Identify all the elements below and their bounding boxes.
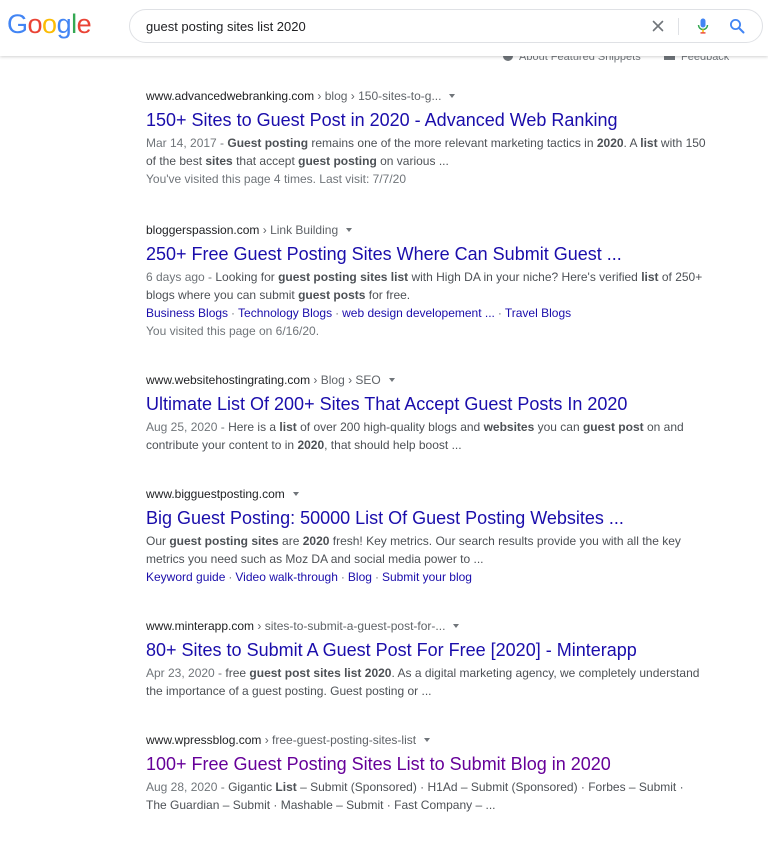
result-url[interactable]: www.websitehostingrating.com › Blog › SE… (146, 372, 706, 388)
result-domain: www.advancedwebranking.com (146, 89, 315, 103)
sitelink[interactable]: Blog (348, 570, 372, 584)
microphone-icon (697, 18, 709, 34)
result-breadcrumb: › sites-to-submit-a-guest-post-for-... (254, 619, 446, 633)
visit-history-note: You visited this page on 6/16/20. (146, 324, 320, 338)
sitelink[interactable]: Keyword guide (146, 570, 225, 584)
sitelink-separator: · (231, 306, 236, 320)
result-date: Aug 28, 2020 - (146, 780, 229, 794)
logo-letter: g (56, 9, 72, 39)
search-header: Google (0, 0, 768, 56)
result-breadcrumb: › Link Building (259, 223, 339, 237)
result-snippet-text: Guest posting remains one of the more re… (146, 136, 706, 168)
result-date: Mar 14, 2017 - (146, 136, 228, 150)
caret-down-icon[interactable] (453, 624, 460, 628)
close-icon (652, 20, 664, 32)
sitelink[interactable]: Business Blogs (146, 306, 228, 320)
result-domain: www.wpressblog.com (146, 733, 262, 747)
logo-letter: G (7, 9, 28, 39)
search-result: www.advancedwebranking.com › blog › 150-… (146, 88, 706, 188)
result-title-link[interactable]: 100+ Free Guest Posting Sites List to Su… (146, 753, 706, 775)
search-results: www.advancedwebranking.com › blog › 150-… (146, 88, 706, 814)
result-domain: www.websitehostingrating.com (146, 373, 311, 387)
result-date: 6 days ago - (146, 270, 216, 284)
result-url[interactable]: www.minterapp.com › sites-to-submit-a-gu… (146, 618, 706, 634)
search-result: bloggerspassion.com › Link Building 250+ … (146, 222, 706, 340)
sitelink[interactable]: Travel Blogs (505, 306, 571, 320)
featured-snippet-links: About Featured Snippets Feedback (0, 55, 768, 69)
feedback-link[interactable]: Feedback (664, 55, 729, 63)
result-sitelinks: Business Blogs · Technology Blogs · web desi… (146, 304, 706, 322)
voice-search-button[interactable] (692, 15, 714, 37)
result-snippet: Apr 23, 2020 - free guest post sites lis… (146, 664, 706, 700)
logo-letter: o (42, 9, 57, 39)
result-title-link[interactable]: 80+ Sites to Submit A Guest Post For Fre… (146, 639, 706, 661)
result-title-link[interactable]: Ultimate List Of 200+ Sites That Accept … (146, 393, 706, 415)
search-result: www.minterapp.com › sites-to-submit-a-gu… (146, 618, 706, 700)
search-button[interactable] (726, 15, 748, 37)
search-result: www.bigguestposting.com Big Guest Posting… (146, 486, 706, 586)
sitelink-separator: · (497, 306, 502, 320)
logo-letter: o (27, 9, 43, 39)
logo-letter: e (76, 9, 92, 39)
result-date: Apr 23, 2020 - (146, 666, 226, 680)
about-featured-snippets-link[interactable]: About Featured Snippets (503, 55, 641, 63)
sitelink[interactable]: web design developement ... (342, 306, 495, 320)
sitelink-separator: · (340, 570, 345, 584)
search-box[interactable] (129, 9, 763, 43)
result-domain: bloggerspassion.com (146, 223, 260, 237)
result-url[interactable]: www.advancedwebranking.com › blog › 150-… (146, 88, 706, 104)
caret-down-icon[interactable] (424, 738, 431, 742)
clear-search-button[interactable] (647, 15, 669, 37)
sitelink[interactable]: Technology Blogs (238, 306, 332, 320)
search-result: www.wpressblog.com › free-guest-posting-… (146, 732, 706, 814)
sitelink[interactable]: Video walk-through (235, 570, 338, 584)
result-snippet: 6 days ago - Looking for guest posting s… (146, 268, 706, 304)
result-domain: www.bigguestposting.com (146, 487, 285, 501)
google-logo[interactable]: Google (7, 8, 92, 40)
result-domain: www.minterapp.com (146, 619, 255, 633)
result-snippet: Aug 25, 2020 - Here is a list of over 20… (146, 418, 706, 454)
visit-history-note: You've visited this page 4 times. Last v… (146, 172, 406, 186)
search-result: www.websitehostingrating.com › Blog › SE… (146, 372, 706, 454)
result-snippet: Mar 14, 2017 - Guest posting remains one… (146, 134, 706, 170)
result-title-link[interactable]: 250+ Free Guest Posting Sites Where Can … (146, 243, 706, 265)
search-input[interactable] (146, 10, 626, 42)
sitelink-separator: · (228, 570, 233, 584)
sitelink-separator: · (374, 570, 379, 584)
caret-down-icon[interactable] (388, 378, 395, 382)
result-snippet: Aug 28, 2020 - Gigantic List – Submit (S… (146, 778, 706, 814)
result-breadcrumb: › Blog › SEO (310, 373, 381, 387)
caret-down-icon[interactable] (292, 492, 299, 496)
result-url[interactable]: www.bigguestposting.com (146, 486, 706, 502)
caret-down-icon[interactable] (346, 228, 353, 232)
sitelink[interactable]: Submit your blog (382, 570, 472, 584)
search-icon (730, 19, 745, 34)
result-sitelinks: Keyword guide · Video walk-through · Blog · Su… (146, 568, 706, 586)
result-url[interactable]: bloggerspassion.com › Link Building (146, 222, 706, 238)
result-url[interactable]: www.wpressblog.com › free-guest-posting-… (146, 732, 706, 748)
result-title-link[interactable]: Big Guest Posting: 50000 List Of Guest P… (146, 507, 706, 529)
search-box-divider (678, 18, 679, 35)
result-title-link[interactable]: 150+ Sites to Guest Post in 2020 - Advan… (146, 109, 706, 131)
caret-down-icon[interactable] (449, 94, 456, 98)
result-date: Aug 25, 2020 - (146, 420, 229, 434)
result-snippet-text: free guest post sites list 2020. As a di… (146, 666, 700, 698)
result-breadcrumb: › free-guest-posting-sites-list (261, 733, 417, 747)
sitelink-separator: · (335, 306, 340, 320)
result-snippet-text: Looking for guest posting sites list wit… (146, 270, 703, 302)
result-snippet: Our guest posting sites are 2020 fresh! … (146, 532, 706, 568)
result-snippet-text: Our guest posting sites are 2020 fresh! … (146, 534, 681, 566)
result-breadcrumb: › blog › 150-sites-to-g... (314, 89, 442, 103)
